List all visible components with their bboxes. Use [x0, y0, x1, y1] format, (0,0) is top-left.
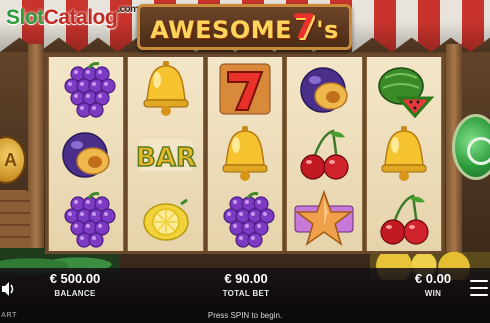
watermelon-icon — [378, 67, 435, 119]
reel-symbol — [128, 186, 202, 251]
reel-symbol — [367, 57, 441, 122]
grapes-icon — [64, 191, 116, 248]
plum-icon — [62, 132, 110, 178]
balance-value: € 500.00 — [49, 271, 101, 286]
reel-symbol — [287, 122, 361, 187]
reel-symbol — [49, 122, 123, 187]
bar-icon: BAR — [135, 139, 196, 174]
game-title-prefix: AWESOME — [150, 16, 292, 44]
footer: ART Press SPIN to begin. — [0, 310, 490, 323]
site-logo: SlotCatalog.com — [6, 4, 139, 38]
reel-symbol — [287, 186, 361, 251]
total-bet-display[interactable]: € 90.00 TOTAL BET — [214, 271, 278, 298]
reel-symbol — [128, 57, 202, 122]
reel-symbol — [367, 122, 441, 187]
reel-symbol — [49, 186, 123, 251]
stall-post-left — [28, 44, 44, 264]
cherries-icon — [300, 129, 350, 180]
site-logo-part2: Catalog — [43, 6, 118, 29]
reel-symbol: BAR — [128, 122, 202, 187]
site-logo-suffix: .com — [117, 4, 139, 15]
bell-icon — [143, 61, 189, 117]
seven-icon — [219, 63, 271, 115]
grapes-icon — [64, 62, 116, 118]
balance-label: BALANCE — [54, 289, 96, 298]
total-bet-label: TOTAL BET — [222, 289, 270, 298]
reel-3 — [206, 57, 284, 251]
reel-symbol — [208, 122, 282, 187]
game-title-suffix: 's — [316, 16, 339, 44]
game-title-seven: 7 — [292, 7, 317, 47]
reel-1 — [48, 57, 125, 251]
lemon-icon — [142, 198, 189, 241]
star-icon — [294, 189, 354, 246]
reel-symbol — [208, 186, 282, 251]
status-message: Press SPIN to begin. — [207, 311, 283, 320]
site-logo-part1: Slot — [6, 6, 44, 29]
plum-icon — [300, 67, 349, 114]
sound-icon[interactable] — [0, 280, 16, 298]
grapes-icon — [223, 191, 275, 248]
reel-4 — [286, 57, 363, 251]
reel-5 — [365, 57, 443, 251]
side-coin-label: A — [4, 150, 17, 170]
total-bet-value: € 90.00 — [224, 271, 268, 286]
menu-icon[interactable] — [470, 280, 488, 296]
reel-symbol — [49, 57, 123, 122]
win-value: € 0.00 — [414, 271, 452, 286]
svg-text:BAR: BAR — [136, 143, 196, 173]
reel-grid: BAR — [45, 54, 445, 254]
reel-symbol — [287, 57, 361, 122]
bell-icon — [381, 126, 427, 181]
game-title: AWESOME7's — [150, 7, 339, 47]
game-logo: AWESOME7's — [137, 4, 352, 50]
win-display: € 0.00 WIN — [398, 271, 468, 298]
win-label: WIN — [424, 289, 442, 298]
cherries-icon — [380, 194, 429, 245]
reel-symbol — [208, 57, 282, 122]
reel-2: BAR — [127, 57, 204, 251]
reel-symbol — [367, 186, 441, 251]
bell-icon — [222, 126, 268, 181]
balance-display: € 500.00 BALANCE — [42, 271, 108, 298]
